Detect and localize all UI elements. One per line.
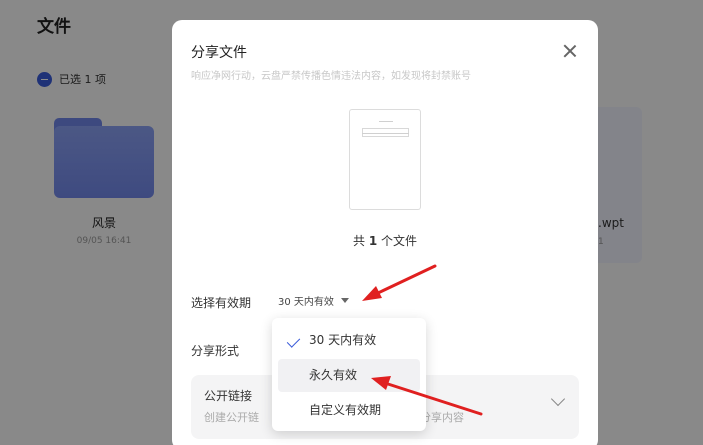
expiry-value: 30 天内有效 [278,297,334,308]
check-icon [286,334,301,348]
expiry-select[interactable]: 30 天内有效 [278,293,349,308]
file-count: 共 1 个文件 [352,234,417,248]
public-link-title: 公开链接 [204,389,253,403]
caret-down-icon[interactable] [340,298,349,303]
close-icon[interactable] [561,42,579,60]
dropdown-item-30-days[interactable]: 30 天内有效 [278,324,420,357]
document-thumbnail [349,109,421,210]
expiry-label: 选择有效期 [191,296,252,310]
expiry-dropdown: 30 天内有效 永久有效 自定义有效期 [272,318,426,431]
dropdown-item-custom[interactable]: 自定义有效期 [278,394,420,427]
chevron-down-icon[interactable] [550,391,566,407]
dialog-title: 分享文件 [191,45,247,61]
dialog-notice: 响应净网行动，云盘严禁传播色情违法内容，如发现将封禁账号 [191,71,471,82]
dropdown-item-permanent[interactable]: 永久有效 [278,359,420,392]
public-link-desc-right: 分享内容 [420,411,464,424]
public-link-desc-left: 创建公开链 [204,411,259,424]
share-form-label: 分享形式 [191,344,240,358]
